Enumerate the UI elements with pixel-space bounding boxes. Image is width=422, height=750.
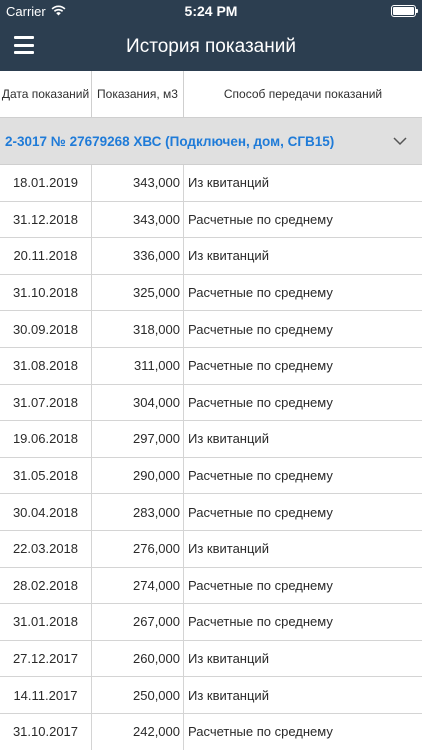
method-cell: Из квитанций: [188, 431, 269, 447]
date-cell: 30.09.2018: [0, 311, 92, 347]
method-cell: Расчетные по среднему: [188, 321, 333, 337]
table-row[interactable]: 31.12.2018 343,000 Расчетные по среднему: [0, 201, 422, 239]
table-row[interactable]: 20.11.2018 336,000 Из квитанций: [0, 238, 422, 275]
header-method: Способ передачи показаний: [223, 86, 383, 101]
value-cell: 343,000: [92, 165, 184, 201]
value-cell: 267,000: [92, 604, 184, 640]
date-cell: 18.01.2019: [0, 165, 92, 201]
value-cell: 274,000: [92, 567, 184, 604]
method-cell: Расчетные по среднему: [188, 504, 333, 520]
table-row[interactable]: 31.01.2018 267,000 Расчетные по среднему: [0, 604, 422, 641]
top-bar: Carrier 5:24 PM История показаний: [0, 0, 422, 71]
table-row[interactable]: 19.06.2018 297,000 Из квитанций: [0, 421, 422, 458]
table-body: 18.01.2019 343,000 Из квитанций 31.12.2018 3…: [0, 165, 422, 750]
table-row[interactable]: 27.12.2017 260,000 Из квитанций: [0, 640, 422, 678]
value-cell: 325,000: [92, 274, 184, 311]
value-cell: 343,000: [92, 201, 184, 238]
battery-icon: [391, 5, 418, 17]
table-row[interactable]: 28.02.2018 274,000 Расчетные по среднему: [0, 567, 422, 605]
method-cell: Расчетные по среднему: [188, 358, 333, 374]
battery-fill: [393, 7, 414, 15]
table-row[interactable]: 30.09.2018 318,000 Расчетные по среднему: [0, 311, 422, 348]
value-cell: 304,000: [92, 384, 184, 421]
value-cell: 290,000: [92, 457, 184, 494]
table-row[interactable]: 14.11.2017 250,000 Из квитанций: [0, 677, 422, 714]
date-cell: 14.11.2017: [0, 677, 92, 713]
carrier-label: Carrier: [6, 3, 46, 19]
method-cell: Расчетные по среднему: [188, 468, 333, 484]
value-cell: 336,000: [92, 238, 184, 274]
menu-line: [14, 51, 34, 54]
app-screen: Carrier 5:24 PM История показаний Дата п…: [0, 0, 422, 750]
table-row[interactable]: 31.08.2018 311,000 Расчетные по среднему: [0, 347, 422, 385]
status-left: Carrier: [6, 4, 66, 19]
table-row[interactable]: 31.10.2018 325,000 Расчетные по среднему: [0, 274, 422, 312]
value-cell: 242,000: [92, 713, 184, 750]
method-cell: Расчетные по среднему: [188, 724, 333, 740]
wifi-icon: [51, 4, 66, 19]
method-cell: Из квитанций: [188, 248, 269, 264]
date-cell: 31.10.2018: [0, 274, 92, 311]
hamburger-menu-icon[interactable]: [14, 36, 34, 54]
table-row[interactable]: 31.10.2017 242,000 Расчетные по среднему: [0, 713, 422, 750]
date-cell: 20.11.2018: [0, 238, 92, 274]
menu-line: [14, 36, 34, 39]
date-cell: 31.07.2018: [0, 384, 92, 421]
readings-table: Дата показаний Показания, м3 Способ пере…: [0, 71, 422, 750]
date-cell: 22.03.2018: [0, 530, 92, 567]
method-cell: Расчетные по среднему: [188, 394, 333, 410]
meter-group-title: 2-3017 № 27679268 ХВС (Подключен, дом, С…: [5, 133, 335, 149]
method-cell: Из квитанций: [188, 651, 269, 667]
value-cell: 260,000: [92, 640, 184, 677]
value-cell: 297,000: [92, 421, 184, 457]
table-row[interactable]: 31.05.2018 290,000 Расчетные по среднему: [0, 457, 422, 495]
method-cell: Из квитанций: [188, 175, 269, 191]
date-cell: 31.05.2018: [0, 457, 92, 494]
value-cell: 276,000: [92, 530, 184, 567]
menu-line: [14, 43, 34, 47]
chevron-down-icon[interactable]: [392, 133, 408, 149]
table-row[interactable]: 18.01.2019 343,000 Из квитанций: [0, 165, 422, 202]
status-bar: Carrier 5:24 PM: [0, 0, 422, 22]
status-right: [391, 5, 418, 17]
meter-group-header[interactable]: 2-3017 № 27679268 ХВС (Подключен, дом, С…: [0, 118, 422, 165]
table-row[interactable]: 22.03.2018 276,000 Из квитанций: [0, 530, 422, 568]
table-row[interactable]: 31.07.2018 304,000 Расчетные по среднему: [0, 384, 422, 422]
table-row[interactable]: 30.04.2018 283,000 Расчетные по среднему: [0, 494, 422, 531]
header-date: Дата показаний: [0, 71, 92, 117]
page-title: История показаний: [126, 35, 296, 57]
table-header: Дата показаний Показания, м3 Способ пере…: [0, 71, 422, 118]
date-cell: 27.12.2017: [0, 640, 92, 677]
method-cell: Из квитанций: [188, 541, 269, 557]
method-cell: Расчетные по среднему: [188, 211, 333, 227]
date-cell: 31.10.2017: [0, 713, 92, 750]
value-cell: 311,000: [92, 347, 184, 384]
method-cell: Расчетные по среднему: [188, 285, 333, 301]
value-cell: 318,000: [92, 311, 184, 347]
header-value: Показания, м3: [92, 71, 184, 117]
date-cell: 31.12.2018: [0, 201, 92, 238]
nav-bar: История показаний: [0, 22, 422, 71]
method-cell: Расчетные по среднему: [188, 577, 333, 593]
date-cell: 19.06.2018: [0, 421, 92, 457]
value-cell: 250,000: [92, 677, 184, 713]
value-cell: 283,000: [92, 494, 184, 530]
date-cell: 28.02.2018: [0, 567, 92, 604]
date-cell: 31.01.2018: [0, 604, 92, 640]
method-cell: Расчетные по среднему: [188, 614, 333, 630]
method-cell: Из квитанций: [188, 687, 269, 703]
date-cell: 31.08.2018: [0, 347, 92, 384]
date-cell: 30.04.2018: [0, 494, 92, 530]
